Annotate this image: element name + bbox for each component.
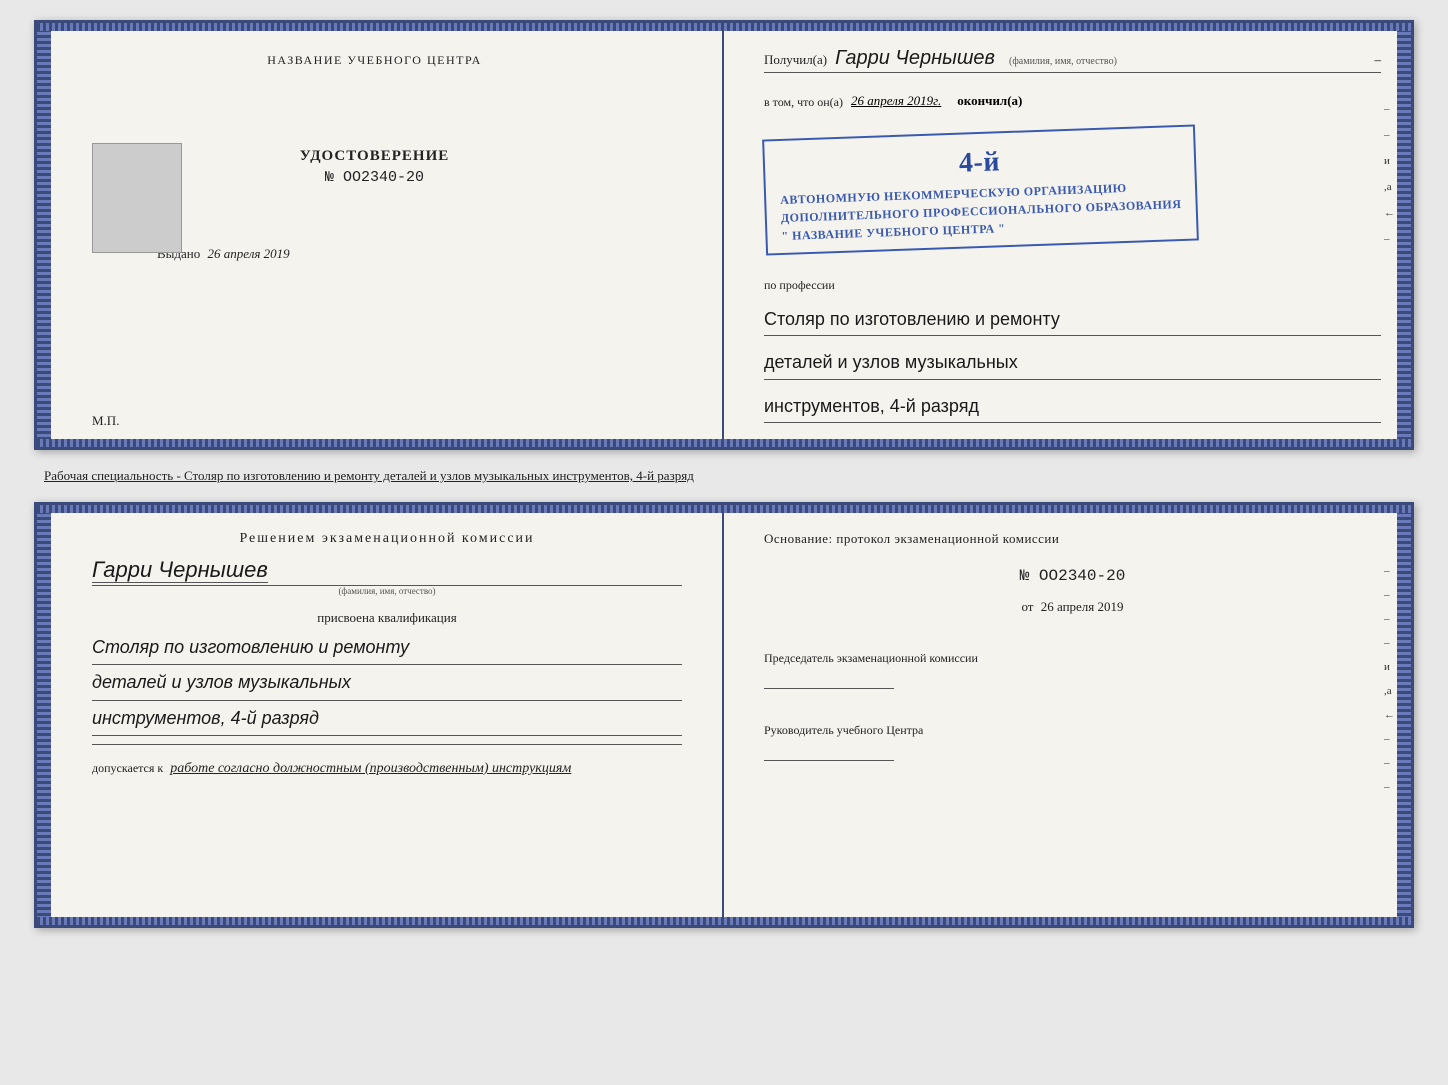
photo-placeholder: [92, 143, 182, 253]
vtom-row: в том, что он(а) 26 апреля 2019г. окончи…: [764, 91, 1381, 110]
poluchil-row: Получил(а) Гарри Чернышев (фамилия, имя,…: [764, 47, 1381, 73]
ot-label: от: [1021, 599, 1033, 614]
predsedatel-label: Председатель экзаменационной комиссии: [764, 651, 1381, 666]
qual-line1: Столяр по изготовлению и ремонту: [92, 630, 682, 665]
certificate-block: УДОСТОВЕРЕНИЕ № OO2340-20: [300, 148, 450, 186]
certificate-number: № OO2340-20: [300, 169, 450, 186]
rukovoditel-label: Руководитель учебного Центра: [764, 723, 1381, 738]
dopusk-block: допускается к работе согласно должностны…: [92, 761, 682, 777]
bottom-spine-bottom: [37, 917, 1411, 925]
ot-date-block: от 26 апреля 2019: [764, 599, 1381, 615]
rukovoditel-block: Руководитель учебного Центра: [764, 723, 1381, 765]
dash1: –: [1375, 52, 1382, 68]
predsedatel-block: Председатель экзаменационной комиссии: [764, 651, 1381, 693]
recipient-name: Гарри Чернышев: [835, 47, 995, 70]
vtom-date: 26 апреля 2019г.: [851, 93, 941, 109]
spine-bottom: [37, 439, 1411, 447]
profession-line1: Столяр по изготовлению и ремонту: [764, 303, 1381, 336]
bottom-right-edge-labels: – – – – и ,а ← – – –: [1384, 565, 1395, 793]
predsedatel-signature: [764, 688, 894, 689]
description-text: Рабочая специальность - Столяр по изгото…: [34, 468, 1414, 484]
bottom-left-page: Решением экзаменационной комиссии Гарри …: [37, 505, 724, 925]
bottom-fio-label: (фамилия, имя, отчество): [92, 586, 682, 596]
vtom-prefix: в том, что он(а): [764, 95, 843, 110]
prisvoena-label: присвоена квалификация: [92, 610, 682, 626]
right-edge-labels: – – и ,а ← –: [1384, 103, 1395, 245]
top-left-page: НАЗВАНИЕ УЧЕБНОГО ЦЕНТРА УДОСТОВЕРЕНИЕ №…: [37, 23, 724, 447]
po-professii-label: по профессии: [764, 278, 1381, 293]
vydano-date: 26 апреля 2019: [208, 246, 290, 261]
fio-label: (фамилия, имя, отчество): [1009, 56, 1117, 67]
osnovanie-label: Основание: протокол экзаменационной коми…: [764, 531, 1381, 547]
dopusk-prefix: допускается к: [92, 761, 163, 775]
rukovoditel-signature: [764, 760, 894, 761]
okoncil-label: окончил(а): [957, 93, 1022, 109]
poluchil-label: Получил(а): [764, 52, 827, 68]
stamp-container: 4-й АВТОНОМНУЮ НЕКОММЕРЧЕСКУЮ ОРГАНИЗАЦИ…: [764, 126, 1381, 254]
proto-number: № OO2340-20: [764, 567, 1381, 585]
qual-line2: деталей и узлов музыкальных: [92, 665, 682, 700]
spine-left: [37, 23, 51, 447]
spine-top: [37, 23, 1411, 31]
stamp: 4-й АВТОНОМНУЮ НЕКОММЕРЧЕСКУЮ ОРГАНИЗАЦИ…: [762, 124, 1199, 255]
bottom-spine-top: [37, 505, 1411, 513]
certificate-title: УДОСТОВЕРЕНИЕ: [300, 148, 450, 165]
bottom-spine-left: [37, 505, 51, 925]
top-spread: НАЗВАНИЕ УЧЕБНОГО ЦЕНТРА УДОСТОВЕРЕНИЕ №…: [34, 20, 1414, 450]
profession-line2: деталей и узлов музыкальных: [764, 346, 1381, 379]
bottom-name: Гарри Чернышев: [92, 557, 268, 583]
bottom-spread: Решением экзаменационной комиссии Гарри …: [34, 502, 1414, 928]
bottom-right-page: Основание: протокол экзаменационной коми…: [724, 505, 1411, 925]
left-heading: НАЗВАНИЕ УЧЕБНОГО ЦЕНТРА: [267, 53, 482, 68]
mp-label: М.П.: [92, 413, 119, 429]
resheniem-label: Решением экзаменационной комиссии: [92, 531, 682, 547]
bottom-name-row: Гарри Чернышев: [92, 557, 682, 586]
ot-date: 26 апреля 2019: [1041, 599, 1124, 614]
profession-line3: инструментов, 4-й разряд: [764, 390, 1381, 423]
bottom-spine-right: [1397, 505, 1411, 925]
dopusk-text: работе согласно должностным (производств…: [170, 761, 571, 776]
top-right-page: Получил(а) Гарри Чернышев (фамилия, имя,…: [724, 23, 1411, 447]
qual-line3: инструментов, 4-й разряд: [92, 701, 682, 736]
spine-right: [1397, 23, 1411, 447]
